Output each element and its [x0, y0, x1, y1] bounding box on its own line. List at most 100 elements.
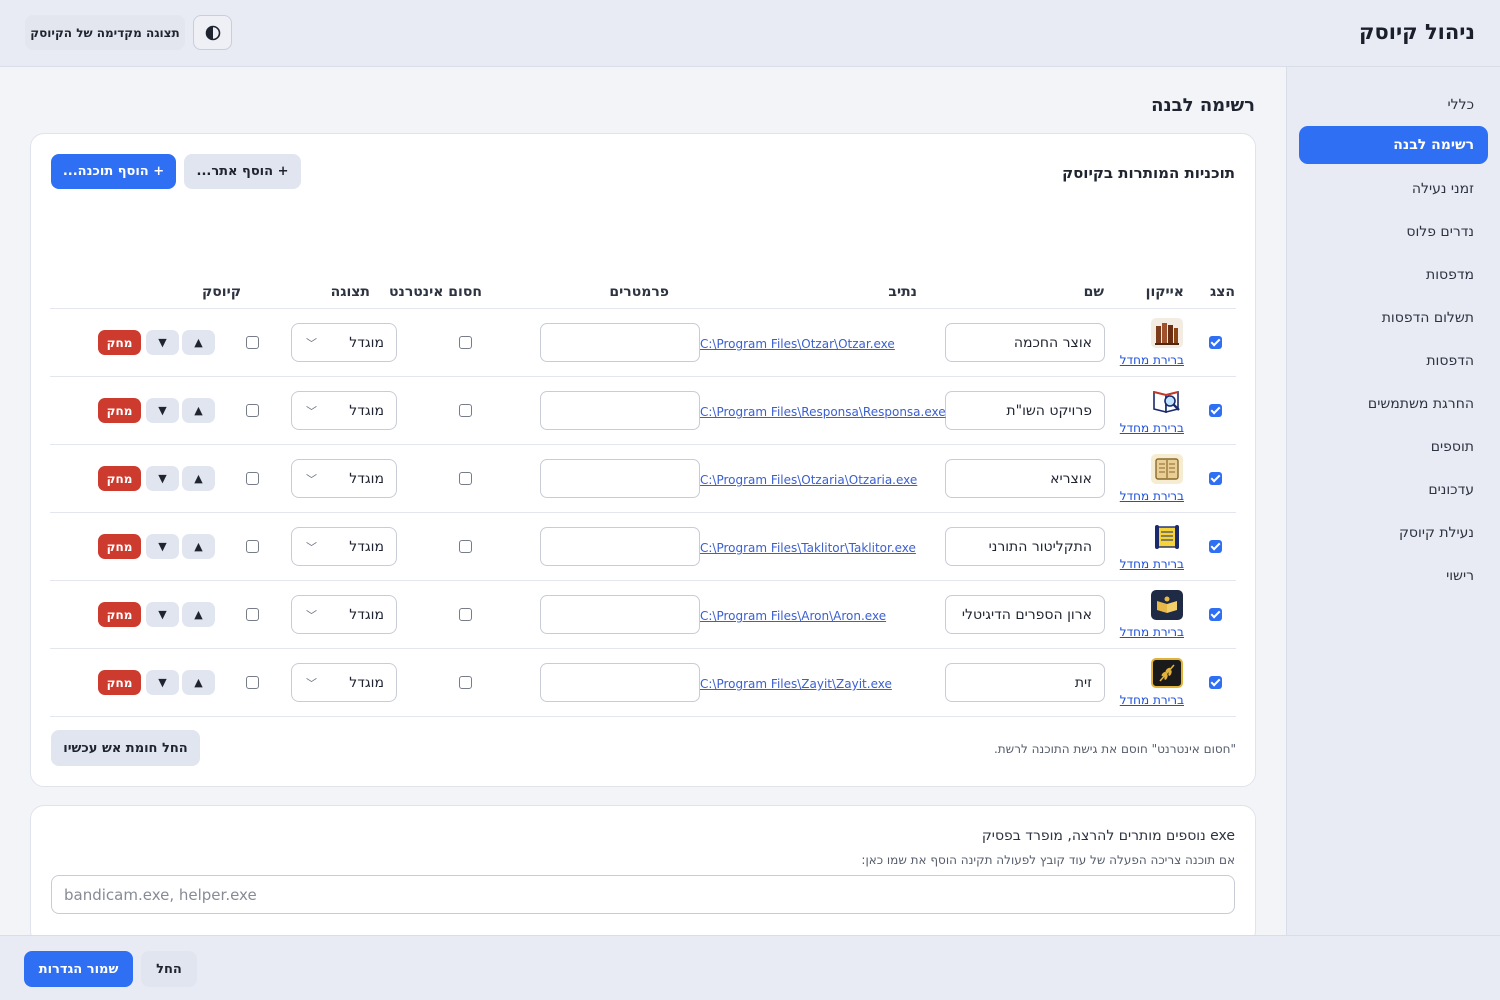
params-input[interactable]: [540, 323, 700, 362]
params-input[interactable]: [540, 595, 700, 634]
move-up-button[interactable]: ▲: [182, 398, 215, 423]
block-internet-checkbox[interactable]: [459, 608, 472, 621]
kiosk-checkbox[interactable]: [246, 336, 259, 349]
sidebar-item-whitelist[interactable]: רשימה לבנה: [1299, 126, 1488, 164]
sidebar-item-updates[interactable]: עדכונים: [1299, 471, 1488, 509]
extra-exe-input[interactable]: bandicam.exe, helper.exe: [51, 875, 1235, 914]
sidebar-item-user-exclusion[interactable]: החרגת משתמשים: [1299, 385, 1488, 423]
icon-default-link[interactable]: ברירת מחדל: [1120, 693, 1184, 707]
block-internet-checkbox[interactable]: [459, 540, 472, 553]
move-down-button[interactable]: ▼: [146, 330, 179, 355]
extra-exe-sublabel: אם תוכנה צריכה הפעלה של עוד קובץ לפעולה …: [861, 853, 1235, 867]
name-input[interactable]: אוצר החכמה: [945, 323, 1105, 362]
move-down-button[interactable]: ▼: [146, 670, 179, 695]
apply-button[interactable]: החל: [141, 951, 197, 987]
kiosk-checkbox[interactable]: [246, 676, 259, 689]
add-site-button[interactable]: + הוסף אתר...: [184, 154, 301, 189]
sidebar-item-general[interactable]: כללי: [1299, 86, 1488, 124]
apply-firewall-button[interactable]: החל חומת אש עכשיו: [51, 730, 200, 766]
save-settings-button[interactable]: שמור הגדרות: [24, 951, 133, 987]
block-internet-checkbox[interactable]: [459, 472, 472, 485]
display-select-value: מוגדל: [349, 402, 384, 419]
show-checkbox[interactable]: [1209, 336, 1222, 349]
table-row: ברירת מחדל אוצר החכמה C:\Program Files\O…: [50, 309, 1236, 377]
kiosk-checkbox[interactable]: [246, 404, 259, 417]
delete-button[interactable]: מחק: [98, 466, 141, 491]
path-link[interactable]: C:\Program Files\Taklitor\Taklitor.exe: [700, 541, 916, 555]
move-down-button[interactable]: ▼: [146, 398, 179, 423]
table-row: ברירת מחדל פרויקט השו"ת C:\Program Files…: [50, 377, 1236, 445]
move-up-button[interactable]: ▲: [182, 670, 215, 695]
display-select-value: מוגדל: [349, 538, 384, 555]
params-input[interactable]: [540, 459, 700, 498]
display-select[interactable]: מוגדל ﹀: [291, 391, 397, 430]
icon-default-link[interactable]: ברירת מחדל: [1120, 489, 1184, 503]
display-select[interactable]: מוגדל ﹀: [291, 527, 397, 566]
name-input[interactable]: זית: [945, 663, 1105, 702]
display-select-value: מוגדל: [349, 674, 384, 691]
params-input[interactable]: [540, 527, 700, 566]
name-input[interactable]: ארון הספרים הדיגיטלי: [945, 595, 1105, 634]
sidebar-item-license[interactable]: רישוי: [1299, 557, 1488, 595]
path-link[interactable]: C:\Program Files\Aron\Aron.exe: [700, 609, 886, 623]
show-checkbox[interactable]: [1209, 472, 1222, 485]
name-input[interactable]: אוצריא: [945, 459, 1105, 498]
move-up-button[interactable]: ▲: [182, 534, 215, 559]
move-up-button[interactable]: ▲: [182, 330, 215, 355]
sidebar-item-plugins[interactable]: תוספים: [1299, 428, 1488, 466]
delete-button[interactable]: מחק: [98, 330, 141, 355]
kiosk-checkbox[interactable]: [246, 608, 259, 621]
sidebar-item-kiosk-lock[interactable]: נעילת קיוסק: [1299, 514, 1488, 552]
sidebar-item-prints[interactable]: הדפסות: [1299, 342, 1488, 380]
sidebar-item-printers[interactable]: מדפסות: [1299, 256, 1488, 294]
icon-default-link[interactable]: ברירת מחדל: [1120, 421, 1184, 435]
move-up-button[interactable]: ▲: [182, 602, 215, 627]
path-link[interactable]: C:\Program Files\Otzaria\Otzaria.exe: [700, 473, 917, 487]
delete-button[interactable]: מחק: [98, 670, 141, 695]
move-down-button[interactable]: ▼: [146, 466, 179, 491]
delete-button[interactable]: מחק: [98, 602, 141, 627]
delete-button[interactable]: מחק: [98, 534, 141, 559]
block-internet-checkbox[interactable]: [459, 404, 472, 417]
icon-default-link[interactable]: ברירת מחדל: [1120, 353, 1184, 367]
display-select[interactable]: מוגדל ﹀: [291, 595, 397, 634]
table-row: ברירת מחדל זית C:\Program Files\Zayit\Za…: [50, 649, 1236, 717]
delete-button[interactable]: מחק: [98, 398, 141, 423]
block-internet-checkbox[interactable]: [459, 676, 472, 689]
name-input[interactable]: פרויקט השו"ת: [945, 391, 1105, 430]
sidebar-item-nedarim-plus[interactable]: נדרים פלוס: [1299, 213, 1488, 251]
kiosk-checkbox[interactable]: [246, 472, 259, 485]
kiosk-checkbox[interactable]: [246, 540, 259, 553]
path-link[interactable]: C:\Program Files\Responsa\Responsa.exe: [700, 405, 946, 419]
path-link[interactable]: C:\Program Files\Zayit\Zayit.exe: [700, 677, 892, 691]
show-checkbox[interactable]: [1209, 540, 1222, 553]
move-down-button[interactable]: ▼: [146, 602, 179, 627]
column-header-kiosk: קיוסק: [201, 284, 241, 300]
contrast-icon: [205, 25, 220, 40]
sidebar-item-lock-times[interactable]: זמני נעילה: [1299, 170, 1488, 208]
params-input[interactable]: [540, 663, 700, 702]
open-book-icon: [1151, 454, 1183, 484]
display-select[interactable]: מוגדל ﹀: [291, 459, 397, 498]
chevron-down-icon: ﹀: [306, 541, 317, 554]
display-select[interactable]: מוגדל ﹀: [291, 663, 397, 702]
card-title: תוכניות המותרות בקיוסק: [1062, 164, 1235, 182]
chevron-down-icon: ﹀: [306, 405, 317, 418]
icon-default-link[interactable]: ברירת מחדל: [1120, 557, 1184, 571]
show-checkbox[interactable]: [1209, 608, 1222, 621]
show-checkbox[interactable]: [1209, 404, 1222, 417]
move-down-button[interactable]: ▼: [146, 534, 179, 559]
chevron-down-icon: ﹀: [306, 473, 317, 486]
icon-default-link[interactable]: ברירת מחדל: [1120, 625, 1184, 639]
path-link[interactable]: C:\Program Files\Otzar\Otzar.exe: [700, 337, 895, 351]
block-internet-checkbox[interactable]: [459, 336, 472, 349]
add-program-button[interactable]: + הוסף תוכנה...: [51, 154, 176, 189]
display-select[interactable]: מוגדל ﹀: [291, 323, 397, 362]
name-input[interactable]: התקליטור התורני: [945, 527, 1105, 566]
params-input[interactable]: [540, 391, 700, 430]
theme-toggle-button[interactable]: [193, 15, 232, 50]
kiosk-preview-button[interactable]: תצוגה מקדימה של הקיוסק: [25, 15, 185, 50]
move-up-button[interactable]: ▲: [182, 466, 215, 491]
sidebar-item-print-payment[interactable]: תשלום הדפסות: [1299, 299, 1488, 337]
show-checkbox[interactable]: [1209, 676, 1222, 689]
